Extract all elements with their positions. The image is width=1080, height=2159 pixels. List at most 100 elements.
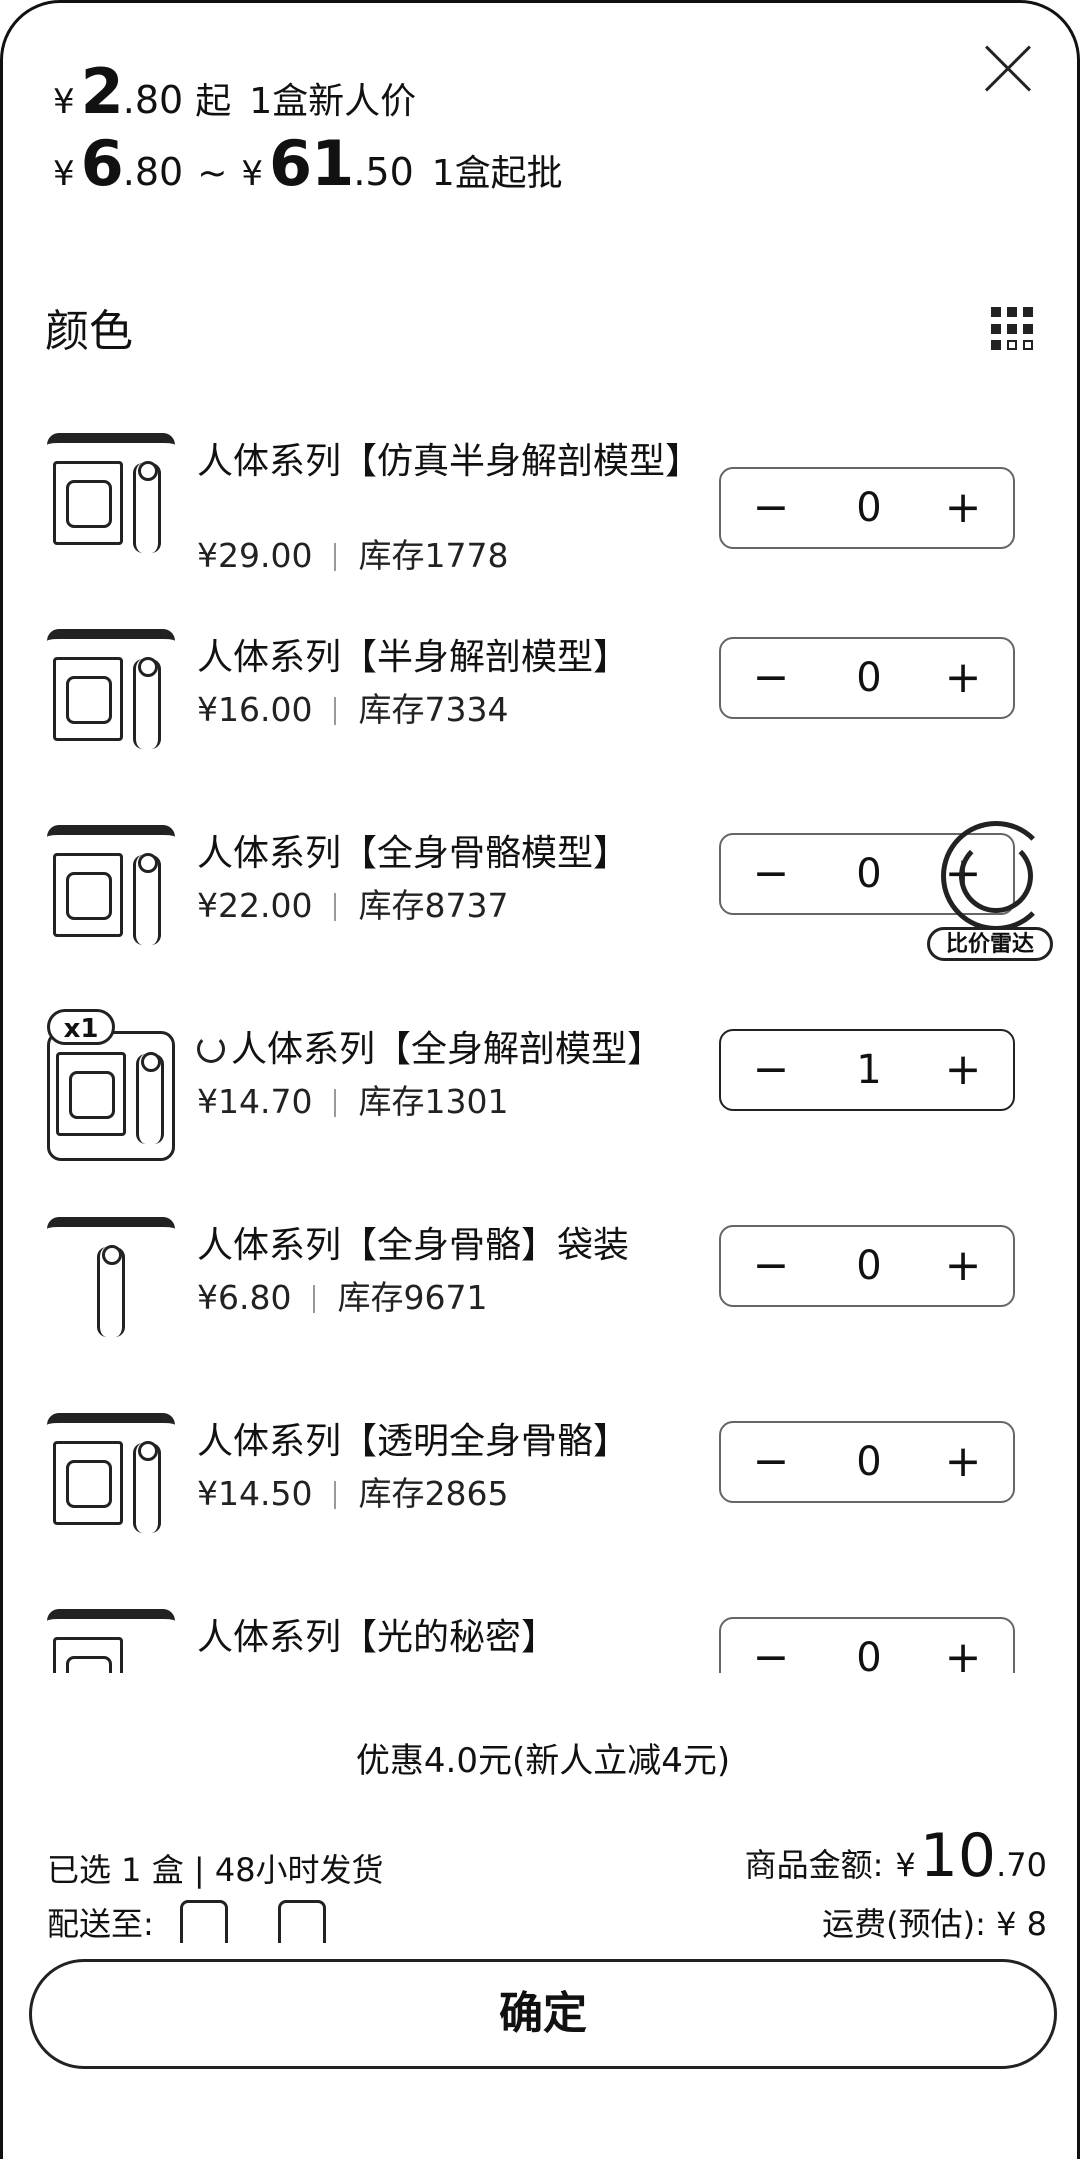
amount-int: 10: [919, 1821, 997, 1891]
decrease-button[interactable]: −: [743, 1227, 799, 1305]
product-thumbnail[interactable]: [47, 1031, 175, 1161]
item-name: 人体系列【光的秘密】: [197, 1617, 558, 1658]
product-thumbnail[interactable]: [47, 629, 175, 757]
radar-inner-icon: [959, 839, 1033, 913]
amount-dec: .70: [996, 1846, 1047, 1884]
sku-sheet: ¥ 2 .80 起 1盒新人价 ¥ 6 .80 ~ ¥ 61 .50 1盒起批 …: [0, 0, 1080, 2159]
quantity-value[interactable]: 0: [831, 639, 907, 717]
list-item: 人体系列【透明全身骨骼】 ¥14.50 库存2865 − 0 +: [3, 1409, 1080, 1559]
address-placeholder-icon: [179, 1900, 228, 1943]
increase-button[interactable]: +: [935, 469, 991, 547]
quantity-stepper: − 0 +: [719, 1225, 1015, 1307]
item-stock: 库存9671: [337, 1278, 488, 1317]
list-item: 人体系列【半身解剖模型】 ¥16.00 库存7334 − 0 +: [3, 625, 1080, 775]
freight-estimate: 运费(预估): ¥ 8: [822, 1905, 1047, 1943]
address-placeholder-icon: [277, 1900, 326, 1943]
increase-button[interactable]: +: [935, 1227, 991, 1305]
list-item: 人体系列【全身骨骼模型】 ¥22.00 库存8737 − 0 +: [3, 821, 1080, 971]
newcomer-note: 1盒新人价: [249, 81, 417, 122]
float-badge-label: 比价雷达: [927, 927, 1053, 961]
item-price: ¥29.00: [197, 536, 313, 575]
item-stock: 库存7334: [358, 690, 509, 729]
quantity-value[interactable]: 0: [831, 1619, 907, 1673]
currency-symbol: ¥: [53, 82, 75, 122]
item-meta: ¥14.70 库存1301: [197, 1075, 508, 1123]
decrease-button[interactable]: −: [743, 469, 799, 547]
min-price-dec: .80: [122, 150, 184, 194]
item-name: 人体系列【全身骨骼模型】: [197, 833, 630, 874]
grid-view-icon[interactable]: [991, 307, 1035, 351]
item-meta: ¥14.50 库存2865: [197, 1467, 508, 1515]
item-stock: 库存2865: [358, 1474, 509, 1513]
loading-icon: [197, 1035, 225, 1063]
item-meta: ¥22.00 库存8737: [197, 879, 508, 927]
increase-button[interactable]: +: [935, 1423, 991, 1501]
quantity-stepper: − 0 +: [719, 637, 1015, 719]
decrease-button[interactable]: −: [743, 1423, 799, 1501]
item-price: ¥16.00: [197, 690, 313, 729]
confirm-button[interactable]: 确定: [29, 1959, 1057, 2069]
quantity-value[interactable]: 1: [831, 1031, 907, 1109]
wholesale-price-range: ¥ 6 .80 ~ ¥ 61 .50 1盒起批: [53, 127, 563, 200]
product-thumbnail[interactable]: [47, 1413, 175, 1541]
item-name: 人体系列【半身解剖模型】: [197, 637, 630, 678]
selected-summary: 已选 1 盒 | 48小时发货: [47, 1851, 384, 1889]
item-name: 人体系列【仿真半身解剖模型】: [197, 441, 702, 482]
decrease-button[interactable]: −: [743, 639, 799, 717]
item-price: ¥6.80: [197, 1278, 292, 1317]
max-price-int: 61: [269, 127, 354, 200]
currency-symbol: ¥: [53, 154, 75, 194]
list-item: 人体系列【全身骨骼】袋装 ¥6.80 库存9671 − 0 +: [3, 1213, 1080, 1363]
item-stock: 库存8737: [358, 886, 509, 925]
product-thumbnail[interactable]: [47, 433, 175, 561]
item-name: 人体系列【透明全身骨骼】: [197, 1421, 630, 1462]
min-order-note: 1盒起批: [431, 153, 563, 194]
list-item-selected: x1 人体系列【全身解剖模型】 ¥14.70 库存1301 − 1 +: [3, 1009, 1080, 1167]
quantity-value[interactable]: 0: [831, 835, 907, 913]
increase-button[interactable]: +: [935, 1619, 991, 1673]
item-meta: ¥29.00 库存1778: [197, 529, 508, 577]
goods-amount: 商品金额: ¥ 10 .70: [745, 1821, 1047, 1891]
item-name: 人体系列【全身解剖模型】: [197, 1029, 697, 1071]
quantity-value[interactable]: 0: [831, 469, 907, 547]
decrease-button[interactable]: −: [743, 1619, 799, 1673]
quantity-value[interactable]: 0: [831, 1423, 907, 1501]
price-compare-floating-button[interactable]: 比价雷达: [923, 813, 1063, 963]
quantity-value[interactable]: 0: [831, 1227, 907, 1305]
min-price-int: 6: [80, 127, 124, 200]
ship-to-label: 配送至:: [47, 1905, 154, 1943]
item-name-text: 人体系列【全身解剖模型】: [231, 1029, 664, 1070]
quantity-stepper: − 0 +: [719, 1617, 1015, 1673]
quantity-stepper: − 0 +: [719, 1421, 1015, 1503]
sku-list: 人体系列【仿真半身解剖模型】 ¥29.00 库存1778 − 0 + 人体系列【半…: [3, 413, 1080, 1673]
item-price: ¥14.50: [197, 1474, 313, 1513]
item-price: ¥14.70: [197, 1082, 313, 1121]
quantity-stepper: − 0 +: [719, 467, 1015, 549]
newcomer-price: ¥ 2 .80 起 1盒新人价: [53, 55, 416, 128]
close-icon[interactable]: [983, 43, 1033, 93]
decrease-button[interactable]: −: [743, 1031, 799, 1109]
max-price-dec: .50: [353, 150, 414, 194]
list-item: 人体系列【仿真半身解剖模型】 ¥29.00 库存1778 − 0 +: [3, 429, 1080, 579]
product-thumbnail[interactable]: [47, 825, 175, 953]
item-price: ¥22.00: [197, 886, 313, 925]
item-stock: 库存1301: [358, 1082, 509, 1121]
quantity-stepper: − 1 +: [719, 1029, 1015, 1111]
product-thumbnail[interactable]: [47, 1609, 175, 1673]
price-suffix: 起: [195, 81, 232, 122]
increase-button[interactable]: +: [935, 1031, 991, 1109]
amount-label: 商品金额:: [744, 1846, 884, 1884]
increase-button[interactable]: +: [935, 639, 991, 717]
price-dec: .80: [122, 78, 184, 122]
item-stock: 库存1778: [358, 536, 509, 575]
ship-to[interactable]: 配送至:: [47, 1899, 376, 1945]
range-tilde: ~: [197, 153, 228, 194]
discount-text: 优惠4.0元(新人立减4元): [355, 1741, 731, 1781]
decrease-button[interactable]: −: [743, 835, 799, 913]
item-name: 人体系列【全身骨骼】袋装: [197, 1225, 630, 1266]
item-meta: ¥6.80 库存9671: [197, 1271, 487, 1319]
amount-currency: ¥: [895, 1846, 916, 1884]
item-meta: ¥16.00 库存7334: [197, 683, 508, 731]
product-thumbnail[interactable]: [47, 1217, 175, 1345]
currency-symbol: ¥: [241, 154, 264, 194]
